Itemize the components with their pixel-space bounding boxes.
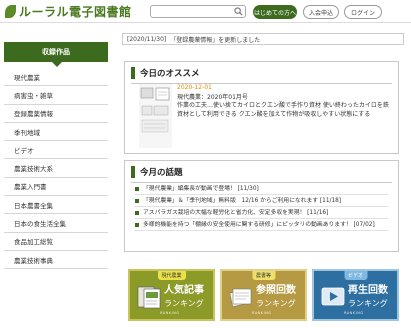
section-marker	[131, 67, 135, 79]
bullet-icon	[135, 198, 139, 203]
banner-tag: 農書等	[251, 271, 276, 280]
video-play-icon	[321, 287, 345, 306]
banner-title: 再生回数	[348, 285, 388, 296]
banner-caption: RANKING	[160, 311, 180, 315]
login-button[interactable]: ログイン	[344, 5, 382, 19]
sidebar-item-pests-weeds[interactable]: 病害虫・雑草	[4, 86, 108, 105]
sidebar-list: 現代農業 病害虫・雑草 登録農薬情報 季刊地域 ビデオ 農業技術大系 農業入門書…	[4, 62, 108, 270]
sidebar-item-agri-dictionary[interactable]: 農業技術事典	[4, 251, 108, 270]
news-date: [2020/11/30]	[127, 35, 167, 43]
banner-title: 人気記事	[164, 285, 204, 296]
list-item[interactable]: 「現代農業」＆「季刊地域」無料版 12/16 からご利用になれます [11/18…	[135, 195, 388, 207]
featured-source[interactable]: 現代農業：2020年01月号	[177, 92, 390, 101]
bullet-icon	[135, 210, 139, 215]
banner-title: 参照回数	[256, 285, 296, 296]
sidebar-item-kikan-chiiki[interactable]: 季刊地域	[4, 123, 108, 142]
banner-subtitle: ランキング	[256, 299, 296, 308]
site-title: ルーラル電子図書館	[19, 4, 132, 19]
about-button[interactable]: はじめての方へ	[253, 5, 297, 19]
signup-button[interactable]: 入会申込	[303, 5, 339, 19]
topic-text[interactable]: 「現代農業」編集長が動画で登場！ [11/30]	[143, 185, 259, 193]
featured-title: 今日のオススメ	[140, 69, 200, 79]
popular-articles-ranking-banner[interactable]: 現代農業 人気記事 ランキング RANKING	[128, 269, 215, 321]
playback-count-ranking-banner[interactable]: ビデオ 再生回数 ランキング RANKING	[312, 269, 399, 321]
featured-thumbnail[interactable]	[139, 84, 172, 148]
news-text[interactable]: 「登録農薬情報」を更新しました	[170, 35, 260, 44]
sidebar-item-food-life[interactable]: 日本の食生活全集	[4, 214, 108, 233]
bullet-icon	[135, 222, 139, 227]
topics-title: 今月の話題	[140, 168, 183, 178]
section-marker	[131, 166, 135, 178]
list-item[interactable]: 多様的機能を持つ「棚縁の安全使用に関する研修」にピッタリの動画あります！ [07…	[135, 219, 388, 231]
bullet-icon	[135, 186, 139, 191]
sidebar-title: 収録作品	[4, 42, 108, 67]
books-icon	[229, 288, 252, 308]
featured-panel: 今日のオススメ 2020-12-01 現代農業：2020年01月号 作業の工夫……	[124, 61, 399, 154]
topic-text[interactable]: アスパラガス栽培の大幅な軽労化と省力化、安定多収を実現！ [11/16]	[143, 209, 328, 217]
sidebar-item-intro-books[interactable]: 農業入門書	[4, 178, 108, 197]
featured-body[interactable]: 作業の工夫…使い捨てカイロとクエン酸で手作り資材 使い終わったカイロを鉄資材とし…	[177, 102, 390, 119]
topic-text[interactable]: 多様的機能を持つ「棚縁の安全使用に関する研修」にピッタリの動画あります！ [07…	[143, 221, 375, 229]
sidebar-item-food-processing[interactable]: 食品加工総覧	[4, 233, 108, 251]
list-item[interactable]: 「現代農業」編集長が動画で登場！ [11/30]	[135, 183, 388, 195]
topics-panel: 今月の話題 「現代農業」編集長が動画で登場！ [11/30] 「現代農業」＆「季…	[124, 160, 399, 252]
sidebar-item-pesticide-info[interactable]: 登録農薬情報	[4, 105, 108, 123]
sidebar-item-agri-tech-taikei[interactable]: 農業技術大系	[4, 159, 108, 178]
banner-tag: 現代農業	[157, 271, 186, 280]
topic-text[interactable]: 「現代農業」＆「季刊地域」無料版 12/16 からご利用になれます [11/18…	[143, 197, 341, 205]
site-logo[interactable]: ルーラル電子図書館	[5, 3, 132, 19]
search-icon[interactable]	[234, 7, 243, 16]
header-divider	[0, 22, 411, 23]
reference-count-ranking-banner[interactable]: 農書等 参照回数 ランキング RANKING	[220, 269, 307, 321]
banner-caption: RANKING	[252, 311, 272, 315]
sidebar: 収録作品 現代農業 病害虫・雑草 登録農薬情報 季刊地域 ビデオ 農業技術大系 …	[4, 42, 108, 270]
banner-subtitle: ランキング	[348, 299, 388, 308]
magazine-icon	[137, 286, 161, 309]
topics-list: 「現代農業」編集長が動画で登場！ [11/30] 「現代農業」＆「季刊地域」無料…	[135, 183, 388, 231]
banner-caption: RANKING	[344, 311, 364, 315]
sidebar-item-nosho-zenshu[interactable]: 日本農書全集	[4, 196, 108, 215]
leaf-icon	[5, 4, 16, 18]
list-item[interactable]: アスパラガス栽培の大幅な軽労化と省力化、安定多収を実現！ [11/16]	[135, 207, 388, 219]
banner-tag: ビデオ	[343, 271, 368, 280]
search-input[interactable]	[150, 5, 246, 18]
news-ticker[interactable]: [2020/11/30] 「登録農薬情報」を更新しました	[122, 33, 404, 45]
sidebar-item-video[interactable]: ビデオ	[4, 141, 108, 160]
featured-date: 2020-12-01	[177, 84, 212, 91]
sidebar-item-gendai-nogyo[interactable]: 現代農業	[4, 68, 108, 87]
banner-subtitle: ランキング	[164, 299, 204, 308]
